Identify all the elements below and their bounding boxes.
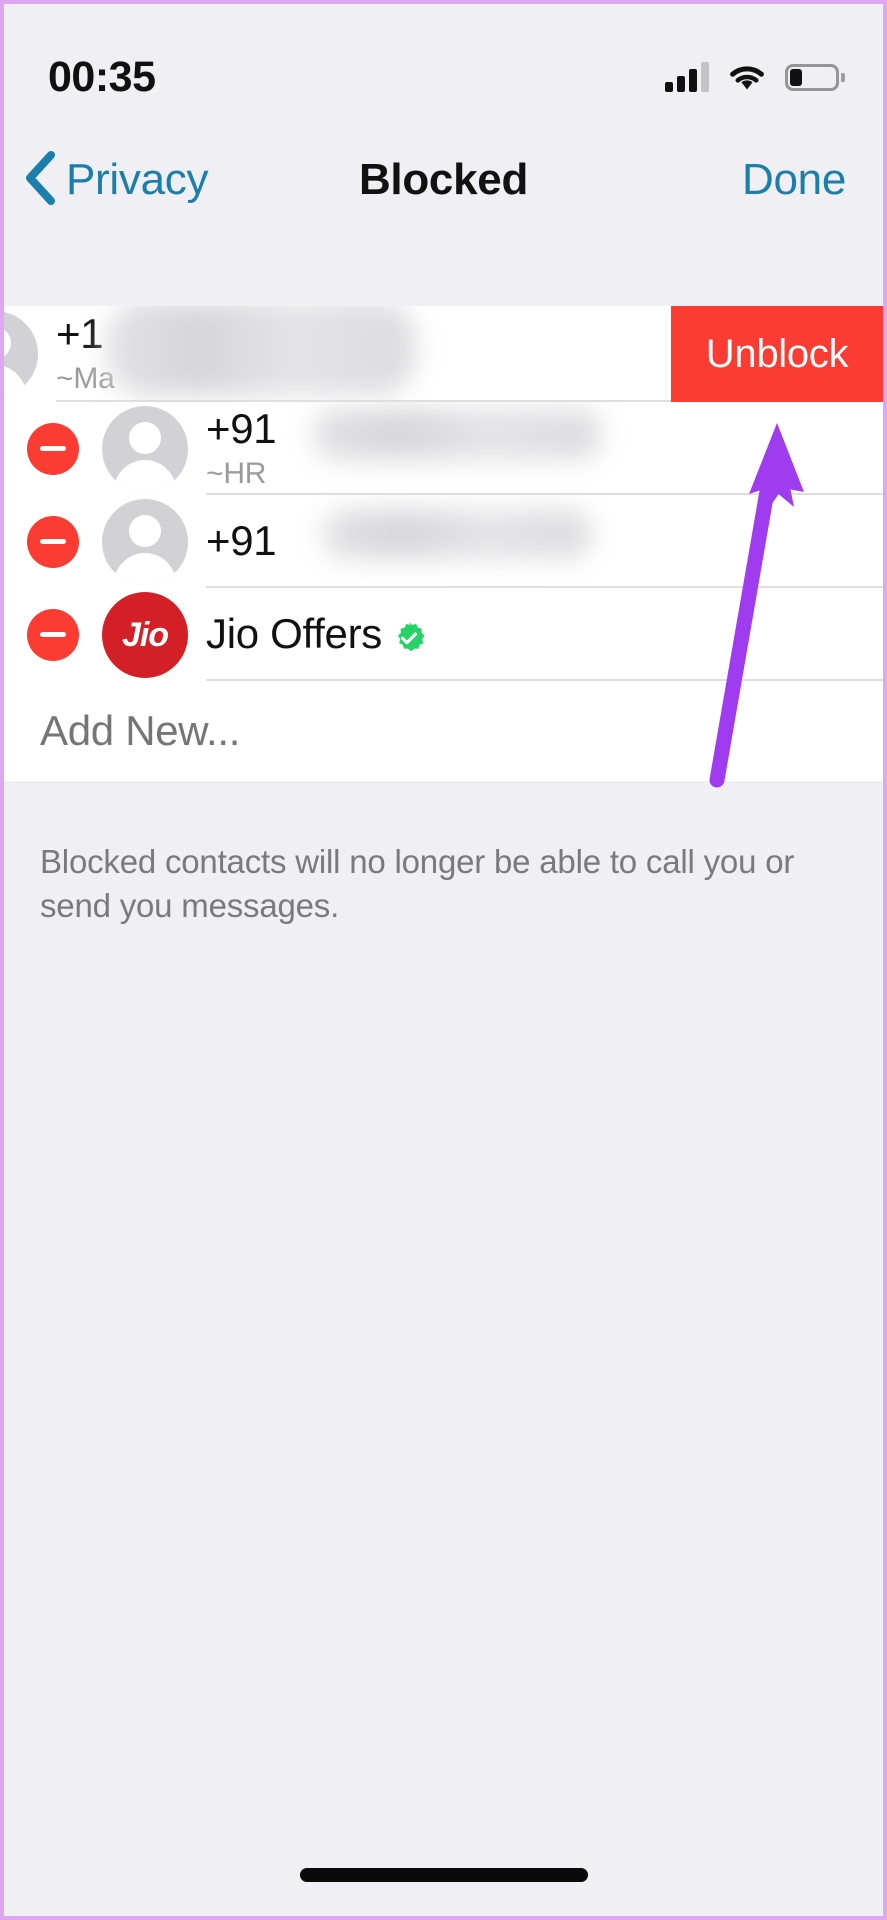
verified-business-badge-icon — [392, 617, 426, 651]
contact-placeholder-avatar — [4, 311, 38, 397]
status-bar-icons — [665, 62, 845, 92]
add-new-input[interactable] — [40, 707, 799, 755]
footer-note: Blocked contacts will no longer be able … — [40, 843, 795, 924]
home-indicator[interactable] — [299, 1868, 588, 1882]
delete-contact-button[interactable] — [4, 608, 102, 661]
row-content: +91 ~HR — [206, 402, 883, 495]
add-new-row[interactable] — [4, 681, 883, 781]
delete-contact-button[interactable] — [4, 515, 102, 568]
cellular-bars-icon — [665, 62, 709, 92]
row-title-text: Jio Offers — [206, 609, 382, 657]
row-subtitle: ~HR — [206, 456, 267, 490]
jio-logo-avatar: Jio — [102, 591, 188, 678]
contact-placeholder-avatar — [102, 498, 188, 585]
delete-contact-button[interactable] — [4, 422, 102, 475]
phone-screen: 00:35 Privacy Blocked Done +1 ~Ma Unbloc… — [0, 0, 887, 1920]
table-row[interactable]: Jio Jio Offers — [4, 588, 883, 681]
annotation-arrow — [709, 423, 804, 788]
wifi-icon — [727, 62, 767, 92]
jio-logo-text: Jio — [121, 615, 169, 654]
blocked-contacts-list: +1 ~Ma Unblock +91 ~HR +91 Jio Jio Offer… — [4, 306, 883, 781]
done-button[interactable]: Done — [742, 155, 846, 205]
row-content: Jio Offers — [206, 588, 883, 681]
table-row[interactable]: +91 — [4, 495, 883, 588]
status-bar: 00:35 — [4, 4, 883, 122]
row-title: +91 — [206, 404, 277, 452]
minus-circle-icon — [27, 422, 79, 475]
minus-circle-icon — [27, 515, 79, 568]
table-row[interactable]: +1 ~Ma Unblock — [4, 306, 883, 402]
row-content: +91 — [206, 495, 883, 588]
contact-placeholder-avatar — [102, 405, 188, 492]
row-title: +91 — [206, 516, 277, 564]
table-row[interactable]: +91 ~HR — [4, 402, 883, 495]
minus-circle-icon — [27, 608, 79, 661]
row-title: Jio Offers — [206, 610, 883, 658]
status-bar-time: 00:35 — [48, 52, 156, 101]
battery-low-icon — [785, 63, 845, 91]
unblock-button[interactable]: Unblock — [671, 306, 883, 402]
navigation-bar: Privacy Blocked Done — [4, 122, 883, 238]
